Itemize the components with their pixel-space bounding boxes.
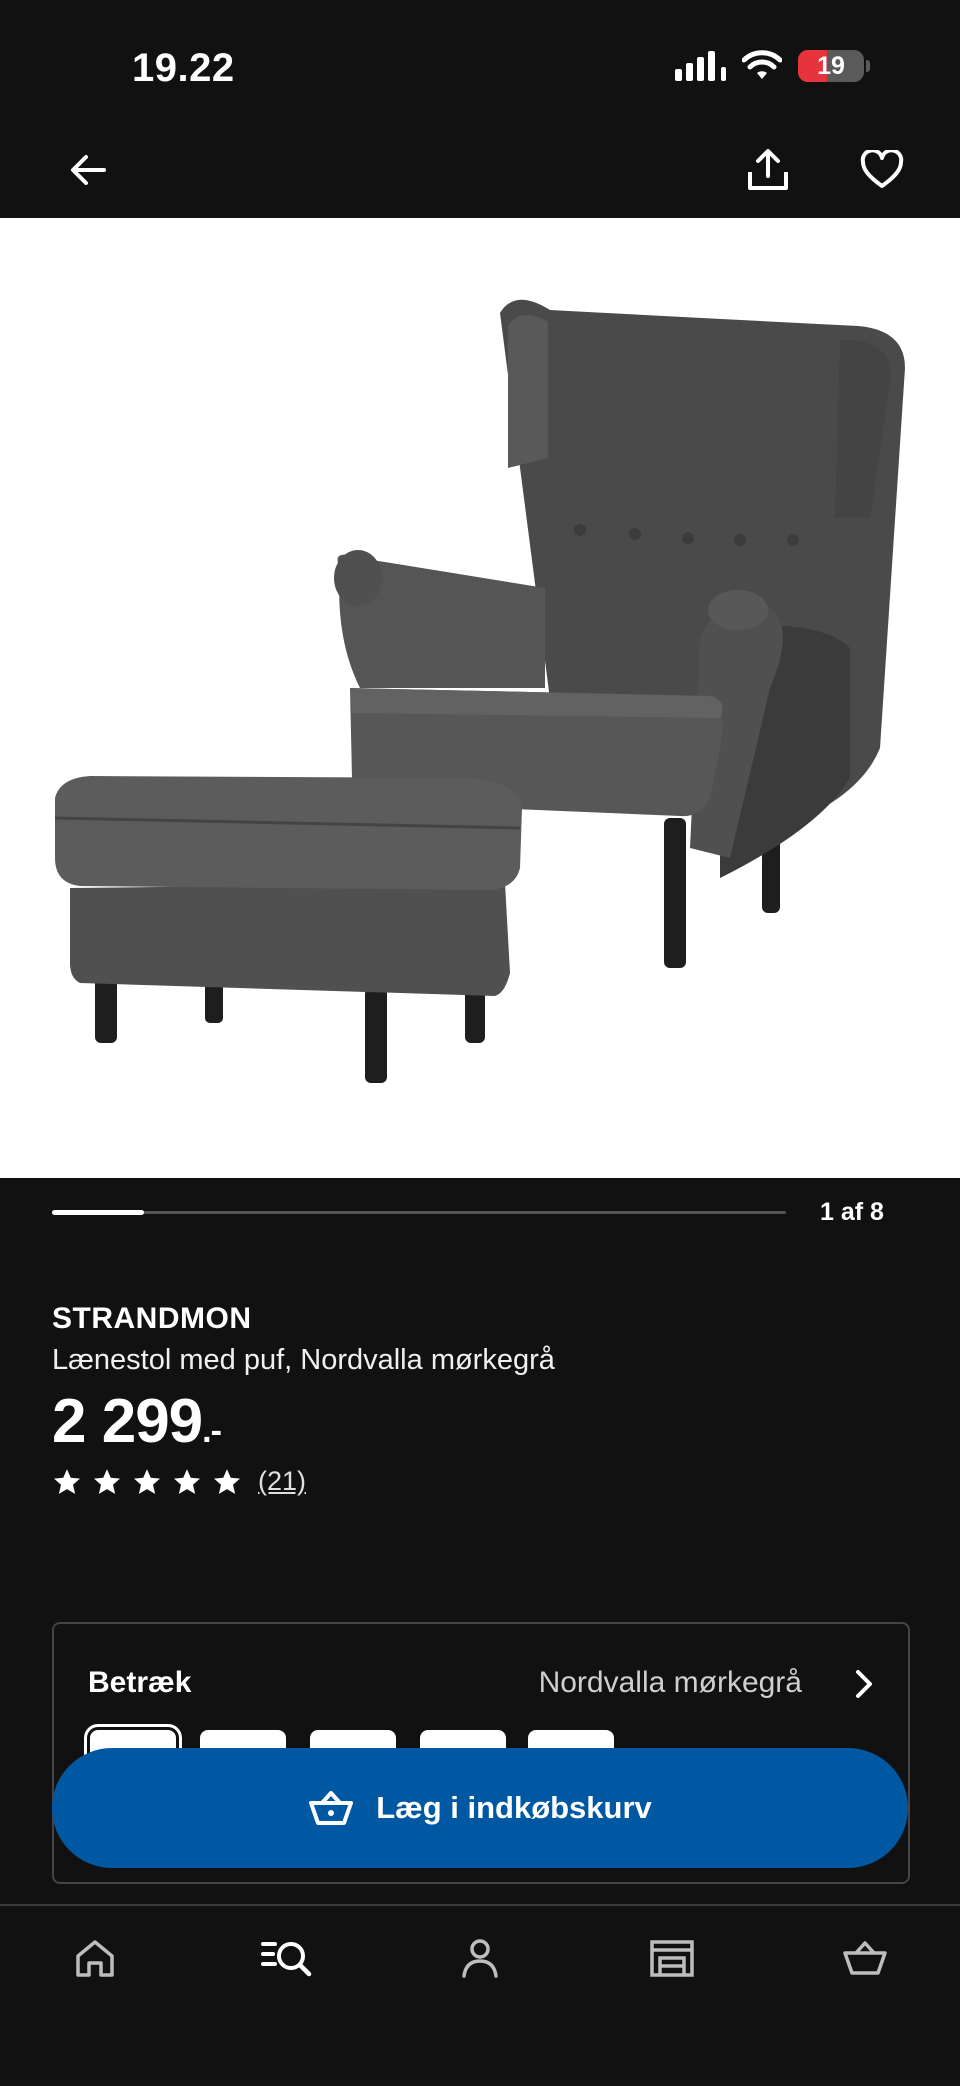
add-to-cart-button[interactable]: Læg i indkøbskurv <box>52 1748 908 1868</box>
chevron-right-icon[interactable] <box>846 1666 880 1707</box>
image-counter: 1 af 8 <box>820 1198 884 1226</box>
battery-level: 19 <box>817 52 845 80</box>
tabbar-divider <box>0 1904 960 1906</box>
basket-icon <box>309 1791 354 1825</box>
add-to-cart-label: Læg i indkøbskurv <box>376 1790 652 1825</box>
status-time: 19.22 <box>132 46 235 90</box>
review-count-link[interactable]: (21) <box>258 1466 306 1497</box>
product-image[interactable] <box>0 218 960 1178</box>
basket-icon <box>843 1941 887 1975</box>
favorite-button[interactable] <box>852 140 912 200</box>
tab-stores[interactable] <box>627 1928 717 1988</box>
wifi-icon <box>742 50 782 79</box>
tab-home[interactable] <box>50 1928 140 1988</box>
star-icon <box>54 1468 80 1494</box>
product-name: STRANDMON <box>52 1302 252 1335</box>
home-icon <box>76 1940 114 1977</box>
heart-icon <box>860 150 904 188</box>
tab-profile[interactable] <box>435 1928 525 1988</box>
price-suffix: .- <box>202 1412 222 1450</box>
armchair-with-footstool-image <box>54 299 905 1083</box>
profile-icon <box>462 1939 498 1978</box>
cellular-signal-icon <box>675 51 726 81</box>
option-selected-value: Nordvalla mørkegrå <box>538 1666 802 1699</box>
star-icon <box>134 1468 160 1494</box>
back-button[interactable] <box>58 140 118 200</box>
carousel-progress-fill <box>52 1210 144 1215</box>
product-price: 2 299.- <box>52 1386 222 1457</box>
search-icon <box>261 1942 312 1977</box>
rating[interactable]: (21) <box>52 1466 306 1497</box>
star-icon <box>214 1468 240 1494</box>
battery-icon: 19 <box>798 50 864 82</box>
product-description: Lænestol med puf, Nordvalla mørkegrå <box>52 1344 555 1376</box>
tab-search[interactable] <box>242 1928 332 1988</box>
store-icon <box>650 1940 694 1977</box>
share-button[interactable] <box>738 140 798 200</box>
rating-stars <box>52 1467 242 1497</box>
star-icon <box>94 1468 120 1494</box>
price-amount: 2 299 <box>52 1387 203 1456</box>
option-label: Betræk <box>88 1666 192 1699</box>
tab-basket[interactable] <box>820 1928 910 1988</box>
share-icon <box>748 149 788 190</box>
carousel-progress-track <box>52 1211 786 1214</box>
status-icons: 19 <box>675 50 870 82</box>
star-icon <box>174 1468 200 1494</box>
back-arrow-icon <box>71 155 106 185</box>
